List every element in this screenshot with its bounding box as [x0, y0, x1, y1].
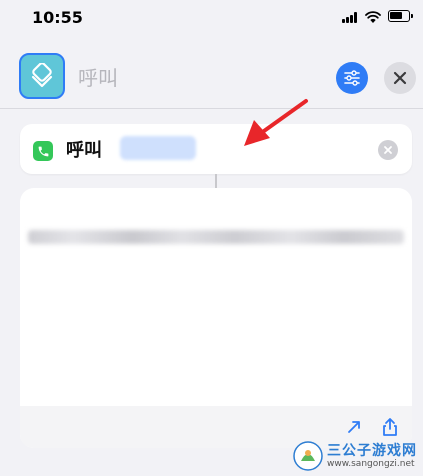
shortcut-name-field[interactable]: 呼叫 [78, 62, 118, 91]
phone-app-icon [33, 141, 53, 161]
shortcut-app-icon[interactable] [19, 53, 65, 99]
expand-icon[interactable] [343, 416, 365, 438]
share-icon[interactable] [379, 416, 401, 438]
close-icon [384, 146, 392, 154]
battery-icon [388, 10, 413, 22]
phone-icon [38, 146, 48, 156]
status-bar: 10:55 [0, 0, 423, 36]
site-watermark: 三公子游戏网 www.sangongzi.net [293, 438, 419, 474]
action-title: 呼叫 [66, 140, 102, 161]
blurred-content [28, 230, 404, 244]
shortcut-editor-header: 呼叫 [0, 44, 423, 109]
shortcuts-icon [31, 63, 53, 88]
watermark-url: www.sangongzi.net [327, 458, 415, 469]
sliders-icon [344, 70, 360, 86]
contact-token[interactable] [120, 136, 196, 160]
status-time: 10:55 [32, 8, 83, 27]
watermark-title: 三公子游戏网 [327, 442, 417, 459]
close-button[interactable] [384, 62, 416, 94]
next-action-card[interactable] [20, 188, 412, 448]
settings-button[interactable] [336, 62, 368, 94]
call-action-card[interactable]: 呼叫 [20, 124, 412, 174]
remove-action-button[interactable] [378, 140, 398, 160]
wifi-icon [365, 11, 381, 23]
action-connector [215, 174, 217, 188]
cellular-signal-icon [342, 12, 360, 23]
watermark-logo-icon [293, 441, 323, 471]
close-icon [393, 71, 407, 85]
